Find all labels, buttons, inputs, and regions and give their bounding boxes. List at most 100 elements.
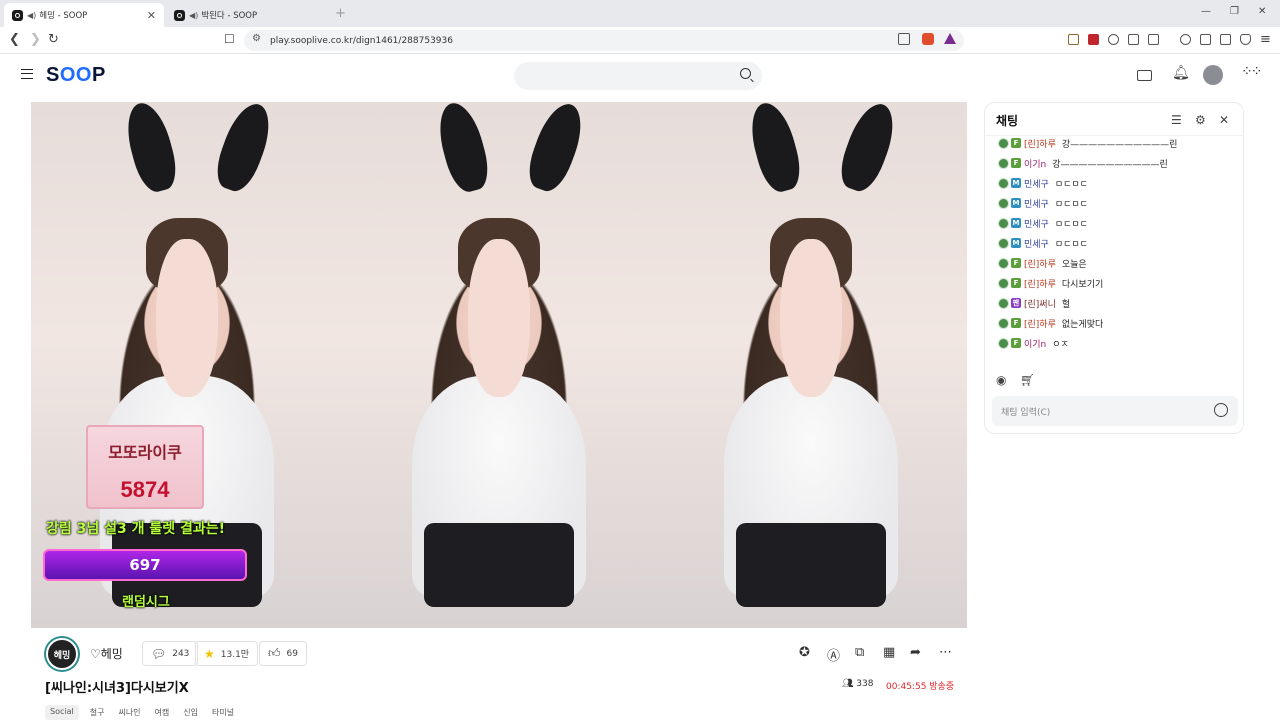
logo-s: S [46, 64, 60, 86]
overlay-bar: 697 [43, 549, 247, 581]
shop-cart-icon[interactable]: 🛒︎ [1020, 373, 1035, 387]
ad-balloon-icon[interactable]: Ⓐ [827, 645, 840, 664]
chat-nickname[interactable]: 민세구 [1024, 177, 1049, 190]
forward-icon[interactable]: ❯ [30, 32, 41, 47]
favorite-button[interactable]: ★ 13.1만 [195, 641, 259, 666]
fan-badge-icon [998, 337, 1009, 349]
tag[interactable]: 여캠 [152, 705, 173, 720]
fan-badge-icon [998, 257, 1009, 269]
chat-nickname[interactable]: [린]하루 [1024, 137, 1056, 150]
apps-grid-icon[interactable]: ⁘⁘ [1241, 64, 1263, 80]
chat-message: M 민세구 ㅁㄷㅁㄷ [998, 235, 1088, 251]
chat-nickname[interactable]: 민세구 [1024, 237, 1049, 250]
soop-logo[interactable]: SOOP [46, 64, 106, 87]
grade-badge: M [1011, 218, 1021, 228]
tag[interactable]: 타미널 [209, 705, 237, 720]
chat-message: 팬 [린]써니 헐 [998, 295, 1070, 311]
vpn-icon[interactable] [1108, 34, 1119, 45]
chat-message: F [린]하루 강———————————린 [998, 135, 1177, 151]
face [467, 238, 531, 397]
translate-icon[interactable] [1148, 34, 1159, 45]
back-icon[interactable]: ❮ [9, 32, 20, 47]
clip-icon[interactable]: ⧉ [855, 645, 864, 660]
more-icon[interactable]: ⋯ [939, 645, 952, 660]
chat-close-icon[interactable]: ✕ [1219, 113, 1229, 127]
vpn-shield-icon[interactable] [1240, 34, 1251, 45]
sticker-icon[interactable]: ✪ [799, 645, 810, 660]
chat-text: ㅁㄷㅁㄷ [1054, 199, 1088, 210]
minimize-icon[interactable]: — [1201, 6, 1211, 17]
site-settings-icon[interactable]: ⚙ [252, 33, 261, 44]
search-input[interactable] [514, 62, 762, 90]
streamer-name[interactable]: ♡헤밍 [90, 645, 123, 662]
chat-message: F [린]하루 오늘은 [998, 255, 1087, 271]
chat-bubble-icon: 💬︎ [151, 646, 167, 661]
browser-tab-active[interactable]: ◀) 헤밍 - SOOP ✕ [4, 3, 164, 27]
chat-nickname[interactable]: [린]써니 [1024, 297, 1056, 310]
donation-overlay-card: 모또라이쿠 5874 [86, 425, 204, 509]
streamer-avatar[interactable]: 헤밍 [46, 638, 78, 670]
chat-text: 오늘은 [1061, 259, 1087, 270]
like-button[interactable]: 👍︎ 69 [259, 641, 307, 666]
fan-badge-icon [998, 137, 1009, 149]
share-icon[interactable]: ➦ [910, 645, 921, 660]
bookmark-icon[interactable]: ☐ [224, 32, 235, 46]
hamburger-menu-icon[interactable] [21, 69, 33, 79]
rewards-icon[interactable] [944, 33, 956, 44]
emoji-icon[interactable] [1214, 403, 1228, 417]
chat-settings-gear-icon[interactable]: ⚙ [1195, 113, 1206, 127]
speaker-icon: ◀) [27, 10, 37, 20]
chat-message: F [린]하루 다시보기기 [998, 275, 1103, 291]
calendar-icon[interactable]: ▦ [883, 645, 895, 660]
chat-nickname[interactable]: 민세구 [1024, 197, 1049, 210]
brave-shield-icon[interactable] [922, 33, 934, 45]
sidebar-icon[interactable] [1200, 34, 1211, 45]
viewer-count: 👥︎ 338 [842, 679, 873, 689]
media-icon[interactable] [1180, 34, 1191, 45]
horn-left [119, 102, 182, 196]
share-icon[interactable] [898, 33, 910, 45]
broadcast-icon[interactable] [1137, 70, 1152, 81]
ublock-icon[interactable] [1088, 34, 1099, 45]
overlay-card-number: 5874 [120, 477, 170, 502]
fan-badge-icon [998, 177, 1009, 189]
chat-nickname[interactable]: [린]하루 [1024, 317, 1056, 330]
close-tab-icon[interactable]: ✕ [147, 9, 156, 22]
chat-nickname[interactable]: [린]하루 [1024, 277, 1056, 290]
extension-icon[interactable] [1068, 34, 1079, 45]
chat-users-icon[interactable]: ☰ [1171, 113, 1182, 127]
tag-category[interactable]: Social [45, 705, 79, 720]
chat-count-button[interactable]: 💬︎ 243 [142, 641, 199, 666]
chat-nickname[interactable]: [린]하루 [1024, 257, 1056, 270]
grade-badge: F [1011, 338, 1021, 348]
face [155, 238, 219, 397]
grade-badge: F [1011, 278, 1021, 288]
reload-icon[interactable]: ↻ [48, 32, 59, 47]
close-window-icon[interactable]: ✕ [1258, 6, 1266, 17]
sticker-pin-icon[interactable]: ◉ [996, 373, 1006, 387]
tag[interactable]: 씨나인 [115, 705, 143, 720]
chat-nickname[interactable]: 이기n [1024, 337, 1046, 350]
overlay-card-text: 모또라이쿠 [108, 443, 182, 462]
tag[interactable]: 철구 [87, 705, 108, 720]
browser-tab[interactable]: ◀) 박된다 - SOOP [166, 3, 331, 27]
restore-icon[interactable]: ❐ [1230, 6, 1239, 17]
notification-bell-icon[interactable]: 🔔︎ [1172, 65, 1190, 81]
wallet-icon[interactable] [1220, 34, 1231, 45]
menu-icon[interactable]: ≡ [1260, 32, 1271, 47]
overlay-bar-value: 697 [129, 556, 161, 574]
tag[interactable]: 신입 [180, 705, 201, 720]
fan-badge-icon [998, 277, 1009, 289]
random-sig-text: 랜덤시그 [122, 595, 170, 610]
chat-nickname[interactable]: 민세구 [1024, 217, 1049, 230]
face [779, 238, 843, 397]
logo-p: P [91, 64, 106, 86]
puzzle-icon[interactable] [1128, 34, 1139, 45]
profile-avatar-icon[interactable] [1203, 65, 1223, 85]
search-icon[interactable] [740, 68, 751, 79]
new-tab-icon[interactable]: + [335, 6, 346, 21]
horn-right [522, 102, 591, 197]
chat-nickname[interactable]: 이기n [1024, 157, 1046, 170]
url-field[interactable]: ⚙ play.sooplive.co.kr/dign1461/288753936 [244, 30, 964, 51]
chat-input[interactable]: 채팅 입력(C) [992, 396, 1238, 426]
